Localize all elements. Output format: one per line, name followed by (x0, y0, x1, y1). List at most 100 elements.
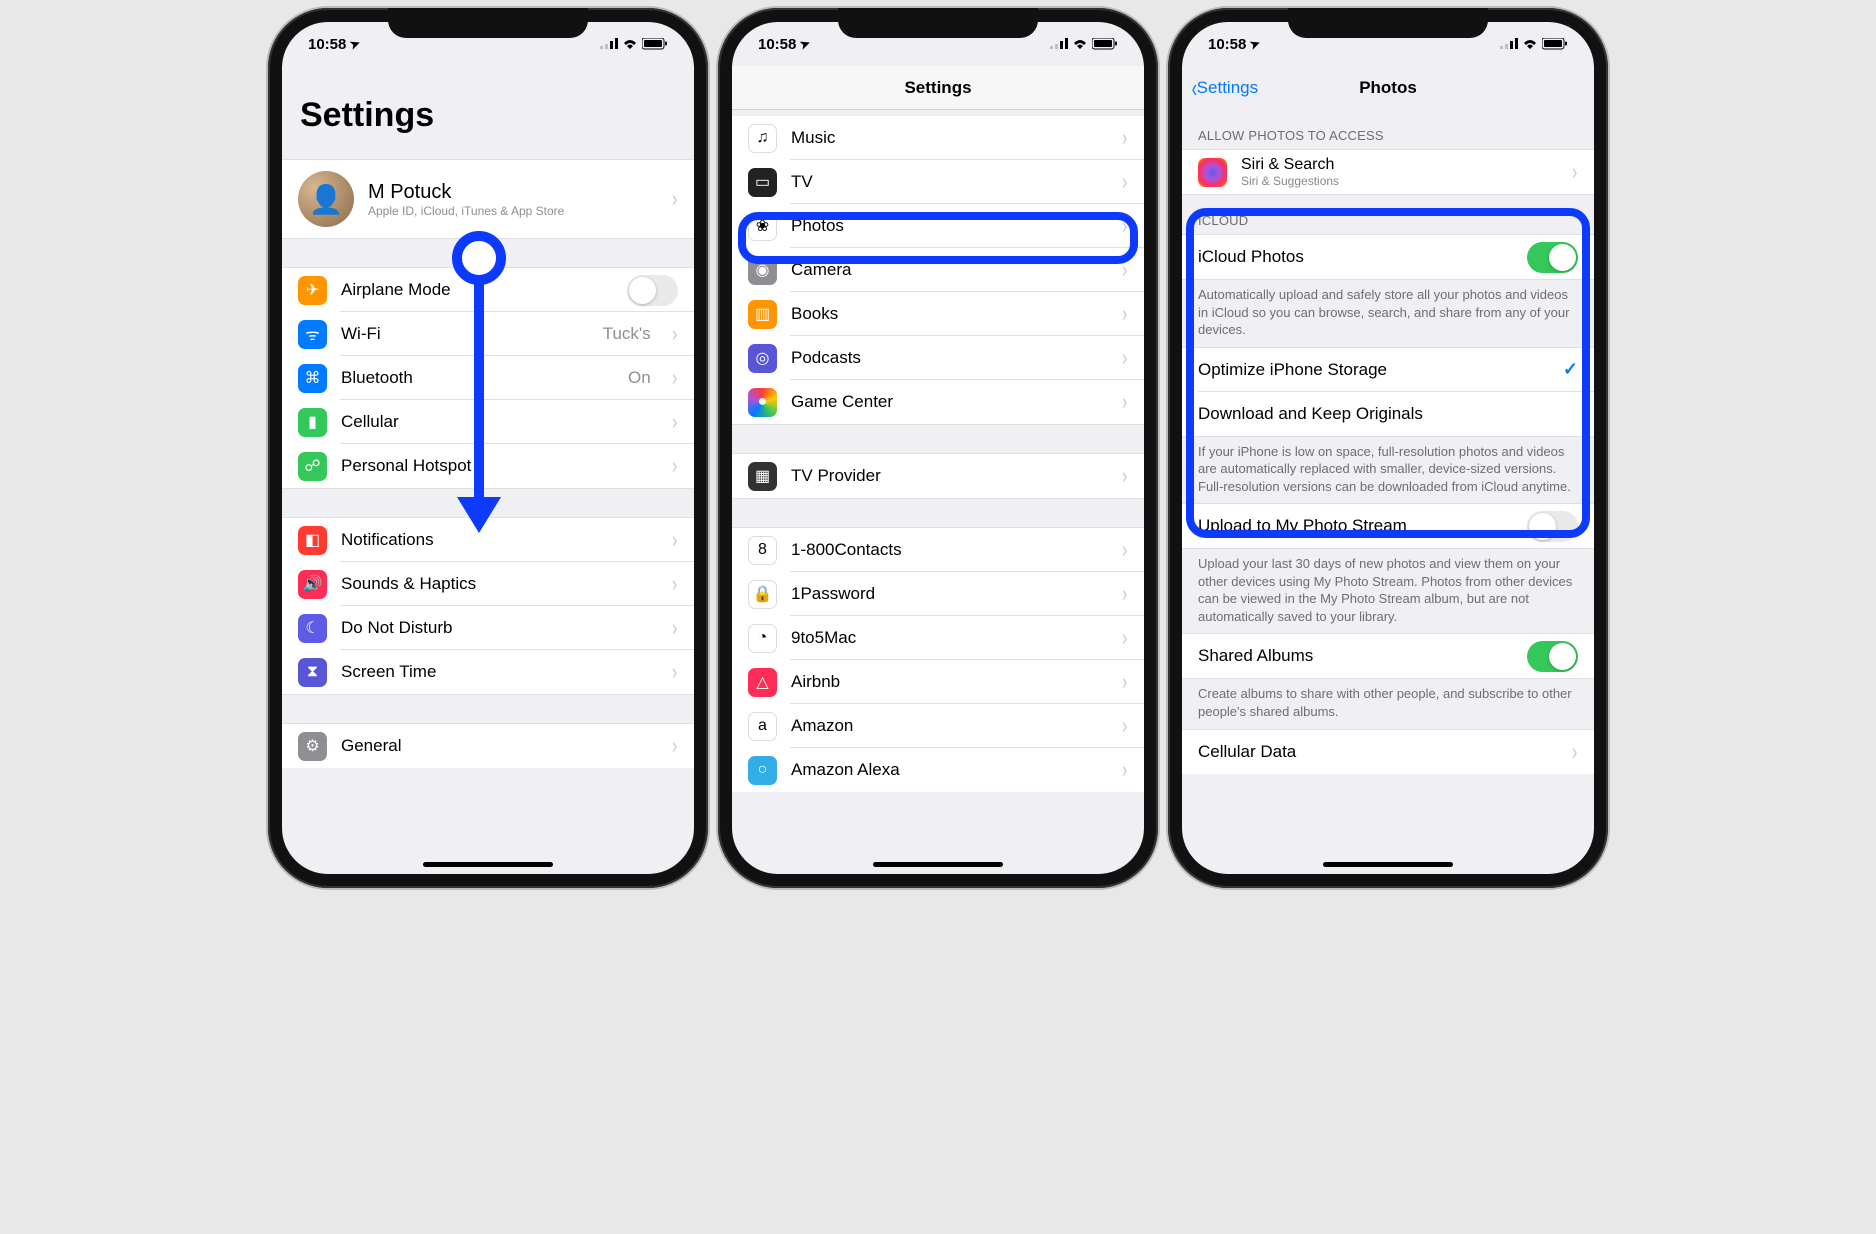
shared-albums-cell[interactable]: Shared Albums (1182, 634, 1594, 678)
row-tv[interactable]: ▭TV› (732, 160, 1144, 204)
shared-albums-label: Shared Albums (1198, 646, 1513, 666)
row-bluetooth[interactable]: ⌘BluetoothOn› (282, 356, 694, 400)
notch (838, 8, 1038, 38)
row-label: Amazon Alexa (791, 760, 1107, 780)
chevron-icon: › (672, 188, 677, 210)
nav-title: Photos (1359, 78, 1417, 98)
profile-sub: Apple ID, iCloud, iTunes & App Store (368, 204, 657, 218)
row-label: 1-800Contacts (791, 540, 1107, 560)
optimize-storage-cell[interactable]: Optimize iPhone Storage ✓ (1182, 348, 1594, 392)
chevron-icon: › (1122, 671, 1127, 693)
row-books[interactable]: ▥Books› (732, 292, 1144, 336)
row-camera[interactable]: ◉Camera› (732, 248, 1144, 292)
back-button[interactable]: ‹ Settings (1190, 73, 1258, 104)
row-do-not-disturb[interactable]: ☾Do Not Disturb› (282, 606, 694, 650)
shared-albums-toggle[interactable] (1527, 641, 1578, 672)
chevron-icon: › (672, 573, 677, 595)
row-sounds-haptics[interactable]: 🔊Sounds & Haptics› (282, 562, 694, 606)
cellular-data-cell[interactable]: Cellular Data › (1182, 730, 1594, 774)
row-game-center[interactable]: ●Game Center› (732, 380, 1144, 424)
photo-stream-toggle[interactable] (1527, 511, 1578, 542)
page-title: Settings (300, 96, 676, 135)
annotation-arrow-line (474, 281, 484, 499)
row-9to5mac[interactable]: ◔9to5Mac› (732, 616, 1144, 660)
row-screen-time[interactable]: ⧗Screen Time› (282, 650, 694, 694)
cellular-data-label: Cellular Data (1198, 742, 1557, 762)
photos-settings-list[interactable]: ALLOW PHOTOS TO ACCESS Siri & Search Sir… (1182, 110, 1594, 874)
row-music[interactable]: ♫Music› (732, 116, 1144, 160)
row-tv-provider[interactable]: ▦TV Provider› (732, 454, 1144, 498)
hotspot-icon: ☍ (298, 452, 327, 481)
gamecenter-icon: ● (748, 388, 777, 417)
home-indicator[interactable] (873, 862, 1003, 867)
cellular-signal-icon (1050, 38, 1068, 50)
chevron-icon: › (672, 323, 677, 345)
row-label: General (341, 736, 657, 756)
annotation-scroll-start (452, 231, 506, 285)
chevron-icon: › (672, 411, 677, 433)
row-label: Cellular (341, 412, 657, 432)
notch (1288, 8, 1488, 38)
status-icons (1500, 38, 1568, 50)
row-label: Books (791, 304, 1107, 324)
row-personal-hotspot[interactable]: ☍Personal Hotspot› (282, 444, 694, 488)
icloud-photos-cell[interactable]: iCloud Photos (1182, 235, 1594, 279)
row-label: Amazon (791, 716, 1107, 736)
row-airbnb[interactable]: △Airbnb› (732, 660, 1144, 704)
settings-list[interactable]: ♫Music›▭TV›❀Photos›◉Camera›▥Books›◎Podca… (732, 110, 1144, 874)
wifi-status-icon (622, 38, 638, 50)
row-wi-fi[interactable]: ᯤWi-FiTuck's› (282, 312, 694, 356)
camera-icon: ◉ (748, 256, 777, 285)
chevron-icon: › (1122, 259, 1127, 281)
storage-footer: If your iPhone is low on space, full-res… (1182, 437, 1594, 504)
chevron-icon: › (1122, 759, 1127, 781)
download-label: Download and Keep Originals (1198, 404, 1578, 424)
icloud-photos-toggle[interactable] (1527, 242, 1578, 273)
row-podcasts[interactable]: ◎Podcasts› (732, 336, 1144, 380)
siri-search-cell[interactable]: Siri & Search Siri & Suggestions › (1182, 150, 1594, 194)
checkmark-icon: ✓ (1563, 359, 1578, 380)
row-label: Personal Hotspot (341, 456, 657, 476)
chevron-icon: › (672, 735, 677, 757)
siri-icon (1198, 158, 1227, 187)
siri-title: Siri & Search (1241, 156, 1557, 174)
photo-stream-cell[interactable]: Upload to My Photo Stream (1182, 504, 1594, 548)
row-1-800contacts[interactable]: 81-800Contacts› (732, 528, 1144, 572)
screentime-icon: ⧗ (298, 658, 327, 687)
wifi-icon: ᯤ (298, 320, 327, 349)
apple-id-cell[interactable]: 👤 M Potuck Apple ID, iCloud, iTunes & Ap… (282, 160, 694, 238)
row-detail: Tuck's (603, 324, 651, 344)
contacts1800-icon: 8 (748, 536, 777, 565)
chevron-icon: › (1122, 391, 1127, 413)
chevron-icon: › (1122, 627, 1127, 649)
wifi-status-icon (1072, 38, 1088, 50)
screen-settings-scrolled: 10:58 ➤ Settings ♫Music›▭TV›❀Photos›◉Cam… (732, 22, 1144, 874)
chevron-icon: › (1122, 583, 1127, 605)
chevron-icon: › (1122, 303, 1127, 325)
section-header-allow: ALLOW PHOTOS TO ACCESS (1182, 110, 1594, 149)
avatar: 👤 (298, 171, 354, 227)
download-originals-cell[interactable]: Download and Keep Originals (1182, 392, 1594, 436)
battery-icon (642, 38, 668, 50)
settings-list[interactable]: 👤 M Potuck Apple ID, iCloud, iTunes & Ap… (282, 141, 694, 874)
phone-2: 10:58 ➤ Settings ♫Music›▭TV›❀Photos›◉Cam… (718, 8, 1158, 888)
row-label: 9to5Mac (791, 628, 1107, 648)
home-indicator[interactable] (423, 862, 553, 867)
home-indicator[interactable] (1323, 862, 1453, 867)
chevron-icon: › (1122, 347, 1127, 369)
chevron-icon: › (672, 367, 677, 389)
row-cellular[interactable]: ▮Cellular› (282, 400, 694, 444)
row-amazon[interactable]: aAmazon› (732, 704, 1144, 748)
row-1password[interactable]: 🔒1Password› (732, 572, 1144, 616)
row-general[interactable]: ⚙General› (282, 724, 694, 768)
nav-title: Settings (904, 78, 971, 98)
status-icons (1050, 38, 1118, 50)
row-photos[interactable]: ❀Photos› (732, 204, 1144, 248)
row-label: Airbnb (791, 672, 1107, 692)
row-amazon-alexa[interactable]: ○Amazon Alexa› (732, 748, 1144, 792)
status-time: 10:58 (308, 36, 346, 53)
toggle[interactable] (627, 275, 678, 306)
chevron-icon: › (672, 617, 677, 639)
wifi-status-icon (1522, 38, 1538, 50)
sounds-icon: 🔊 (298, 570, 327, 599)
